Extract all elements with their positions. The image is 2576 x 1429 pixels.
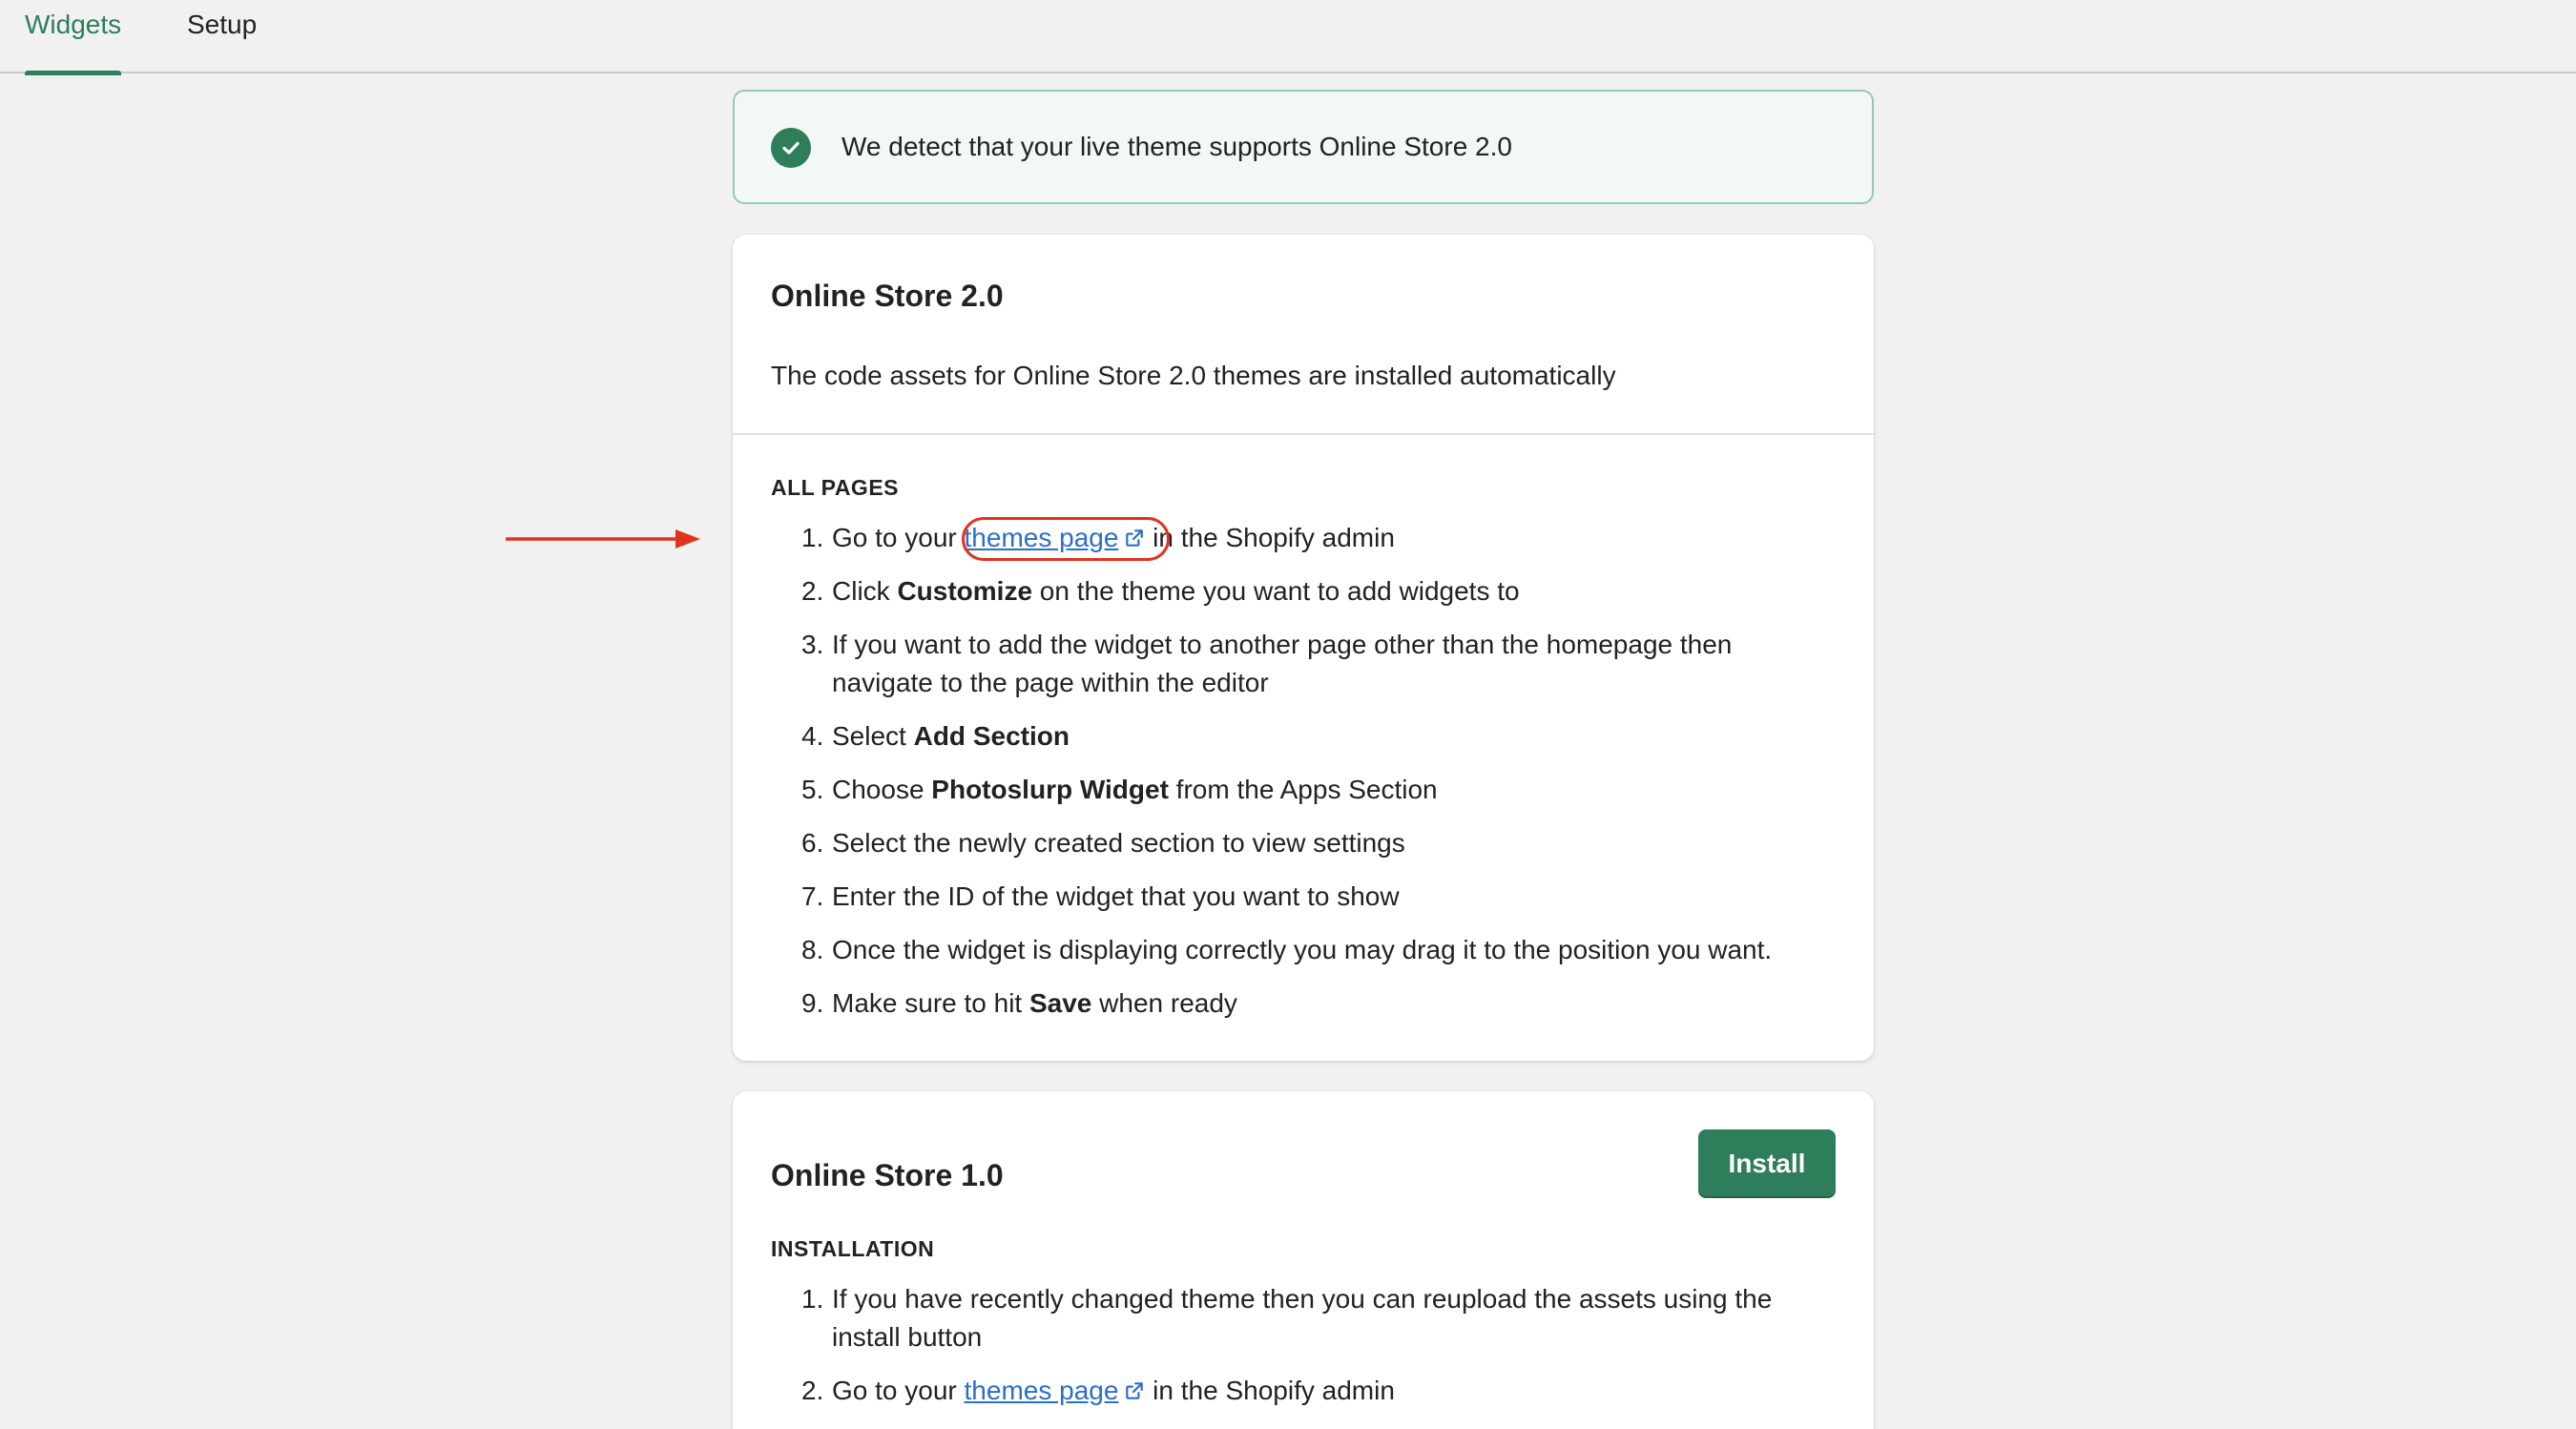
install-button[interactable]: Install [1698,1129,1836,1198]
online-store-2-card: Online Store 2.0 The code assets for Onl… [733,235,1874,1061]
checkmark-circle-icon [771,128,811,168]
os2-steps-list: 1. Go to your themes page in the Shopify … [801,519,1832,1038]
tab-bar: Widgets Setup [0,0,2576,75]
tab-widgets[interactable]: Widgets [25,0,122,75]
card-description: The code assets for Online Store 2.0 the… [771,361,1616,390]
banner-text: We detect that your live theme supports … [841,132,1512,161]
card-title: Online Store 2.0 [771,279,1004,313]
card-divider [733,433,1874,435]
themes-page-link[interactable]: themes page [965,1376,1146,1405]
annotation-arrow-icon [506,529,700,549]
list-item: 1. If you have recently changed theme the… [801,1284,1773,1352]
list-item: 1. Go to your themes page in the Shopify … [801,523,1395,552]
list-item: 2. Go to your themes page in the Shopify … [801,1376,1395,1405]
section-heading-installation: INSTALLATION [771,1236,935,1261]
list-item: 2. Click Customize on the theme you want … [801,576,1520,606]
list-item: 5. Choose Photoslurp Widget from the Apps… [801,775,1438,804]
list-item: 4. Select Add Section [801,721,1070,751]
list-item: 7. Enter the ID of the widget that you wa… [801,881,1400,911]
theme-support-banner: We detect that your live theme supports … [733,90,1874,204]
annotation-highlight-oval [962,517,1170,561]
card-title: Online Store 1.0 [771,1158,1004,1192]
list-item: 3. If you want to add the widget to anoth… [801,630,1733,697]
online-store-1-card: Online Store 1.0 Install INSTALLATION 1.… [733,1091,1874,1429]
list-item: 9. Make sure to hit Save when ready [801,988,1237,1018]
tab-setup[interactable]: Setup [187,0,257,73]
list-item: 8. Once the widget is displaying correctl… [801,935,1773,964]
list-item: 6. Select the newly created section to vi… [801,828,1405,858]
os1-steps-list: 1. If you have recently changed theme the… [801,1280,1832,1425]
section-heading-all-pages: ALL PAGES [771,475,899,500]
external-link-icon [1126,1382,1144,1399]
